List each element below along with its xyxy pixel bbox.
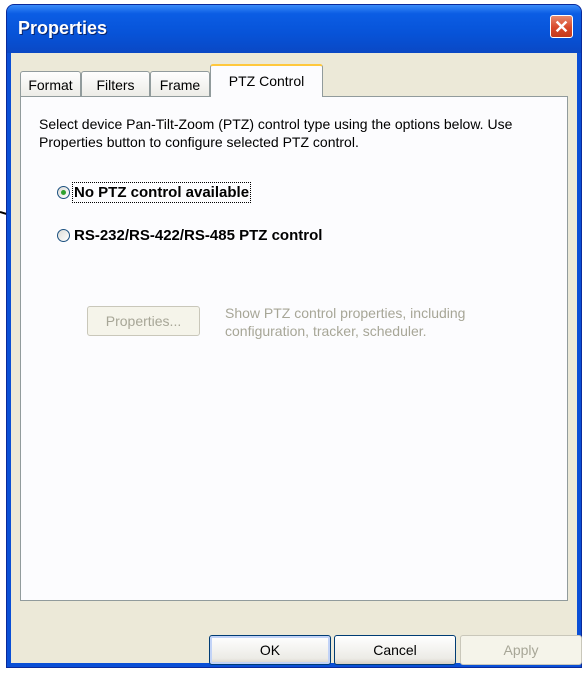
radio-label-no-ptz: No PTZ control available [71, 182, 252, 203]
properties-dialog: Properties ✕ Format Filters Frame PTZ Co… [6, 4, 582, 668]
title-bar[interactable]: Properties ✕ [7, 5, 581, 53]
cancel-button[interactable]: Cancel [334, 635, 456, 665]
properties-description: Show PTZ control properties, including c… [225, 305, 466, 339]
radio-rs-ptz[interactable]: RS-232/RS-422/RS-485 PTZ control [57, 227, 322, 244]
apply-button[interactable]: Apply [460, 635, 582, 665]
ptz-properties-button[interactable]: Properties... [87, 306, 200, 336]
ptz-control-panel: Select device Pan-Tilt-Zoom (PTZ) contro… [20, 96, 568, 601]
close-icon: ✕ [553, 16, 570, 37]
radio-button[interactable] [57, 229, 70, 242]
ok-button[interactable]: OK [209, 635, 331, 665]
close-button[interactable]: ✕ [550, 15, 573, 38]
radio-label-rs-ptz: RS-232/RS-422/RS-485 PTZ control [74, 227, 323, 244]
window-title: Properties [18, 18, 108, 38]
radio-button-selected[interactable] [57, 186, 70, 199]
dialog-client: Format Filters Frame PTZ Control Select … [11, 53, 582, 665]
tab-format[interactable]: Format [20, 71, 81, 97]
tab-ptz-control[interactable]: PTZ Control [210, 64, 323, 97]
tab-frame[interactable]: Frame [150, 71, 210, 97]
ptz-description: Select device Pan-Tilt-Zoom (PTZ) contro… [39, 116, 513, 150]
radio-no-ptz[interactable]: No PTZ control available [57, 182, 252, 203]
tab-filters[interactable]: Filters [81, 71, 150, 97]
